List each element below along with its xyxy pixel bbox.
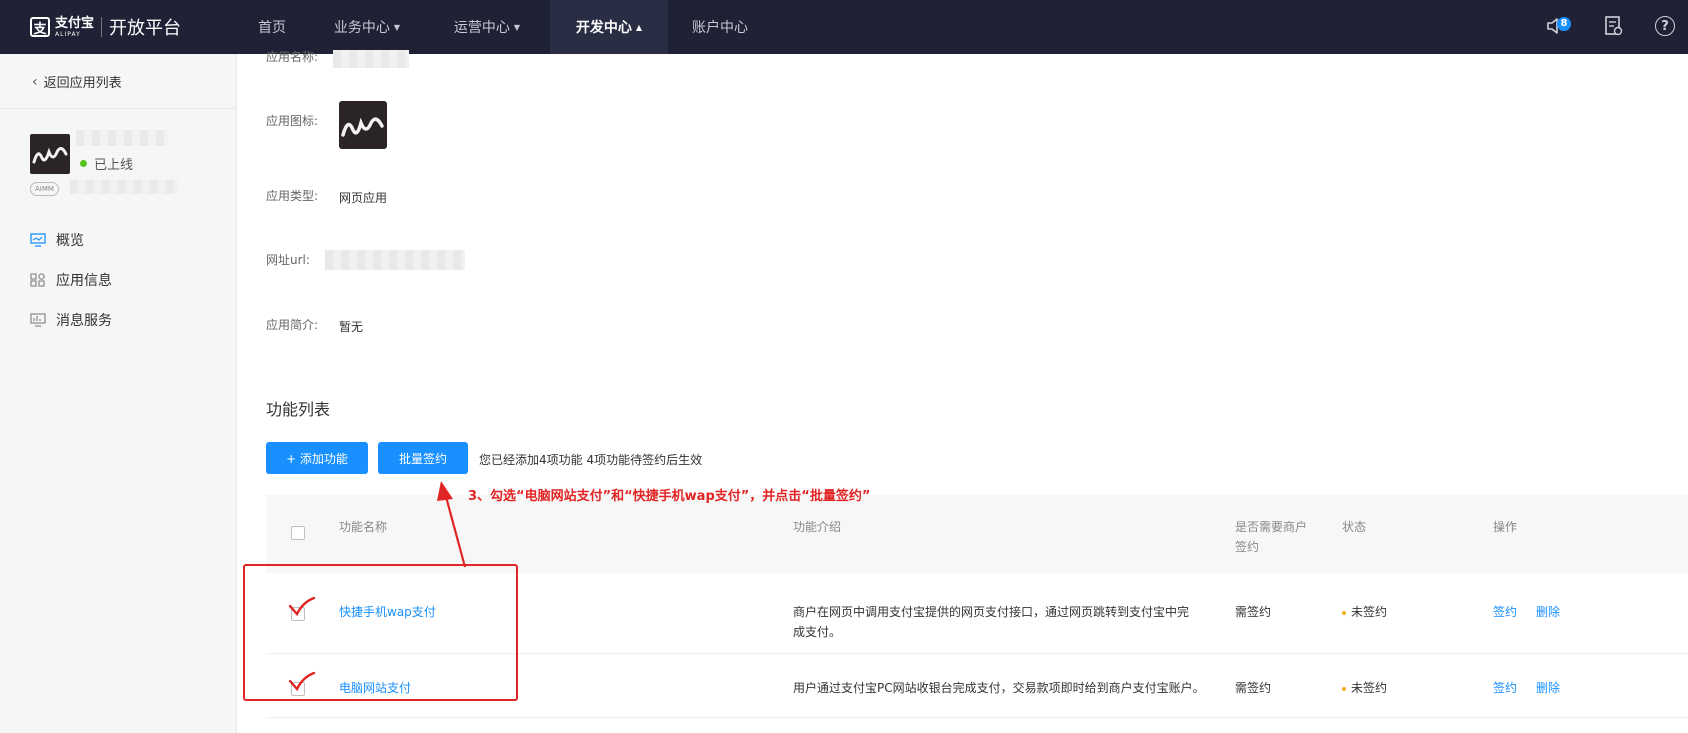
question-icon: ? (1655, 16, 1675, 36)
sidebar-item-app-info[interactable]: 应用信息 (30, 270, 112, 290)
annotation-text: 3、勾选“电脑网站支付”和“快捷手机wap支付”，并点击“批量签约” (468, 489, 871, 504)
nav-home[interactable]: 首页 (240, 0, 304, 54)
main-content: 应用名称: 应用图标: 应用类型: 网页应用 网址url: 应用简介: 暂无 功… (237, 50, 1688, 733)
column-need-sign: 是否需要商户签约 (1235, 520, 1308, 554)
love-image-icon (32, 147, 68, 164)
app-status: 已上线 (80, 154, 133, 173)
add-feature-button[interactable]: + 添加功能 (266, 442, 368, 474)
nav-dev-label: 开发中心 (575, 20, 632, 36)
help-button[interactable]: ? (1652, 13, 1678, 39)
status-label: 未签约 (1351, 681, 1388, 695)
top-navbar: 支 支付宝 ALIPAY 开放平台 首页 业务中心 ▼ 运营中心 ▼ 开发中心 … (0, 0, 1688, 54)
app-url-label: 网址url: (266, 253, 310, 267)
status-label: 未签约 (1351, 605, 1388, 619)
logo-divider (101, 17, 103, 37)
nav-business-center[interactable]: 业务中心 ▼ (322, 0, 412, 54)
monitor-icon (30, 233, 46, 247)
batch-sign-button[interactable]: 批量签约 (378, 442, 468, 474)
app-intro-value: 暂无 (339, 320, 364, 334)
caret-up-icon: ▲ (635, 22, 643, 32)
redacted-app-name (76, 130, 168, 146)
notification-button[interactable]: 8 (1537, 13, 1577, 39)
back-to-app-list[interactable]: ‹ 返回应用列表 (32, 72, 122, 92)
caret-down-icon: ▼ (393, 22, 401, 32)
app-icon-image (339, 101, 387, 149)
sign-link[interactable]: 签约 (1493, 602, 1517, 622)
need-sign-value: 需签约 (1235, 605, 1272, 619)
apps-icon (30, 273, 45, 287)
sign-link[interactable]: 签约 (1493, 678, 1517, 698)
delete-link[interactable]: 删除 (1536, 678, 1560, 698)
app-name-label: 应用名称: (266, 50, 319, 64)
highlight-box (243, 564, 518, 701)
column-feature-name: 功能名称 (339, 520, 388, 534)
nav-operation-label: 运营中心 (453, 20, 510, 36)
nav-dev-center[interactable]: 开发中心 ▲ (550, 0, 668, 54)
document-icon (1605, 16, 1623, 36)
redacted-url-value (325, 250, 465, 270)
app-type-label: 应用类型: (266, 189, 319, 203)
column-status: 状态 (1342, 520, 1367, 534)
alipay-logo-text: 支付宝 ALIPAY (55, 17, 94, 38)
logo-en-text: ALIPAY (55, 30, 81, 38)
app-tag: AIMM (30, 182, 59, 196)
alipay-logo[interactable]: 支 支付宝 ALIPAY 开放平台 (30, 12, 181, 42)
feature-summary: 您已经添加4项功能 4项功能待签约后生效 (479, 453, 703, 467)
app-avatar (30, 134, 70, 174)
notification-badge: 8 (1557, 17, 1571, 31)
pending-dot-icon (1342, 610, 1346, 615)
chevron-left-icon: ‹ (32, 73, 38, 90)
docs-button[interactable] (1601, 13, 1627, 39)
app-intro-label: 应用简介: (266, 318, 319, 332)
redacted-app-name-value (333, 50, 409, 68)
online-dot-icon (80, 160, 87, 167)
back-link-label: 返回应用列表 (43, 76, 122, 91)
caret-down-icon: ▼ (513, 22, 521, 32)
need-sign-value: 需签约 (1235, 681, 1272, 695)
app-status-label: 已上线 (94, 158, 134, 173)
alipay-logo-icon: 支 (30, 17, 50, 37)
column-feature-desc: 功能介绍 (793, 520, 842, 534)
column-action: 操作 (1493, 520, 1518, 534)
delete-link[interactable]: 删除 (1536, 602, 1560, 622)
app-icon-label: 应用图标: (266, 114, 319, 128)
nav-business-label: 业务中心 (333, 20, 390, 36)
love-image-icon (341, 117, 384, 137)
app-type-value: 网页应用 (339, 191, 388, 205)
sidebar: ‹ 返回应用列表 已上线 AIMM 概览 应用信息 消息服务 (0, 54, 237, 733)
feature-desc: 商户在网页中调用支付宝提供的网页支付接口，通过网页跳转到支付宝中完成支付。 (793, 605, 1190, 639)
select-all-checkbox[interactable] (291, 526, 305, 540)
pending-dot-icon (1342, 686, 1346, 691)
sidebar-item-label: 消息服务 (56, 313, 112, 329)
nav-operation-center[interactable]: 运营中心 ▼ (442, 0, 532, 54)
sidebar-divider (0, 108, 237, 109)
nav-home-label: 首页 (258, 20, 286, 36)
feature-desc: 用户通过支付宝PC网站收银台完成支付，交易款项即时给到商户支付宝账户。 (793, 681, 1205, 695)
feature-list-title: 功能列表 (266, 400, 331, 419)
sidebar-item-label: 概览 (56, 233, 84, 249)
logo-cn-text: 支付宝 (55, 15, 95, 31)
status-badge: 未签约 (1342, 678, 1387, 698)
nav-account-center[interactable]: 账户中心 (684, 0, 756, 54)
redacted-app-id (70, 180, 178, 194)
sidebar-item-overview[interactable]: 概览 (30, 230, 84, 250)
status-badge: 未签约 (1342, 602, 1387, 622)
sidebar-item-message-service[interactable]: 消息服务 (30, 310, 112, 330)
platform-title: 开放平台 (109, 18, 182, 39)
chart-icon (30, 313, 46, 327)
feature-table-header: 功能名称 功能介绍 是否需要商户签约 状态 操作 (266, 495, 1688, 573)
nav-account-label: 账户中心 (692, 20, 748, 36)
sidebar-item-label: 应用信息 (56, 273, 112, 289)
